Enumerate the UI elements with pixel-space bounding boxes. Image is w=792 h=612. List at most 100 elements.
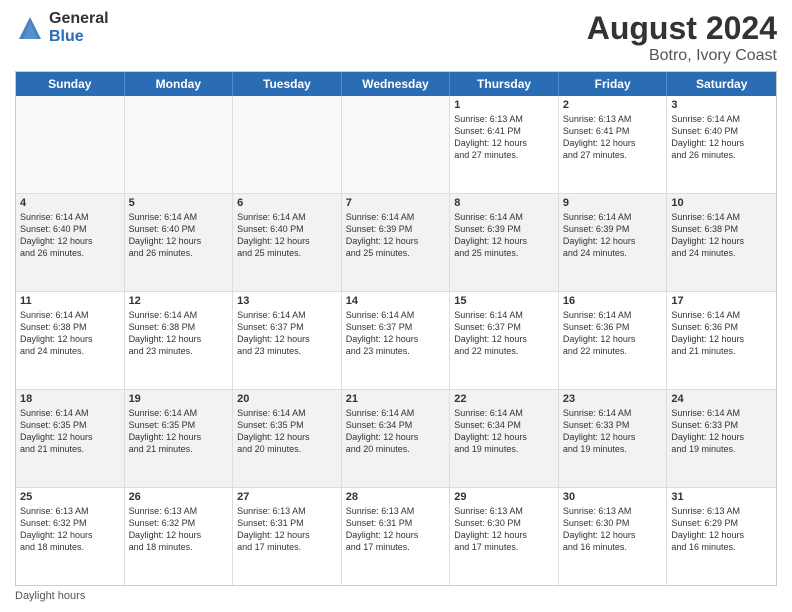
calendar-cell: 18 Sunrise: 6:14 AM Sunset: 6:35 PM Dayli… xyxy=(16,390,125,487)
day-info: Sunrise: 6:13 AM Sunset: 6:41 PM Dayligh… xyxy=(454,113,554,162)
main-title: August 2024 xyxy=(587,10,777,47)
day-number: 5 xyxy=(129,197,229,209)
day-info: Sunrise: 6:14 AM Sunset: 6:35 PM Dayligh… xyxy=(129,407,229,456)
calendar-body: 1 Sunrise: 6:13 AM Sunset: 6:41 PM Daylig… xyxy=(16,96,776,585)
day-number: 31 xyxy=(671,491,772,503)
day-number: 27 xyxy=(237,491,337,503)
title-block: August 2024 Botro, Ivory Coast xyxy=(587,10,777,65)
calendar-cell: 9 Sunrise: 6:14 AM Sunset: 6:39 PM Daylig… xyxy=(559,194,668,291)
calendar: SundayMondayTuesdayWednesdayThursdayFrid… xyxy=(15,71,777,586)
calendar-cell: 27Sunrise: 6:13 AM Sunset: 6:31 PM Dayli… xyxy=(233,488,342,585)
calendar-week-2: 4 Sunrise: 6:14 AM Sunset: 6:40 PM Daylig… xyxy=(16,194,776,292)
calendar-cell: 12 Sunrise: 6:14 AM Sunset: 6:38 PM Dayli… xyxy=(125,292,234,389)
day-number: 9 xyxy=(563,197,663,209)
day-info: Sunrise: 6:13 AM Sunset: 6:29 PM Dayligh… xyxy=(671,505,772,554)
day-info: Sunrise: 6:14 AM Sunset: 6:34 PM Dayligh… xyxy=(346,407,446,456)
subtitle: Botro, Ivory Coast xyxy=(587,47,777,65)
day-info: Sunrise: 6:13 AM Sunset: 6:31 PM Dayligh… xyxy=(346,505,446,554)
day-number: 24 xyxy=(671,393,772,405)
day-info: Sunrise: 6:14 AM Sunset: 6:36 PM Dayligh… xyxy=(671,309,772,358)
day-of-week-wednesday: Wednesday xyxy=(342,72,451,96)
day-of-week-tuesday: Tuesday xyxy=(233,72,342,96)
day-number: 14 xyxy=(346,295,446,307)
calendar-cell: 17 Sunrise: 6:14 AM Sunset: 6:36 PM Dayli… xyxy=(667,292,776,389)
day-info: Sunrise: 6:14 AM Sunset: 6:38 PM Dayligh… xyxy=(671,211,772,260)
day-info: Sunrise: 6:13 AM Sunset: 6:41 PM Dayligh… xyxy=(563,113,663,162)
day-number: 29 xyxy=(454,491,554,503)
calendar-cell xyxy=(342,96,451,193)
calendar-cell: 19 Sunrise: 6:14 AM Sunset: 6:35 PM Dayli… xyxy=(125,390,234,487)
day-number: 6 xyxy=(237,197,337,209)
calendar-cell: 15Sunrise: 6:14 AM Sunset: 6:37 PM Dayli… xyxy=(450,292,559,389)
calendar-cell: 26 Sunrise: 6:13 AM Sunset: 6:32 PM Dayli… xyxy=(125,488,234,585)
day-info: Sunrise: 6:14 AM Sunset: 6:33 PM Dayligh… xyxy=(671,407,772,456)
calendar-cell: 8 Sunrise: 6:14 AM Sunset: 6:39 PM Daylig… xyxy=(450,194,559,291)
calendar-cell: 6 Sunrise: 6:14 AM Sunset: 6:40 PM Daylig… xyxy=(233,194,342,291)
footer-note: Daylight hours xyxy=(15,590,777,602)
day-number: 19 xyxy=(129,393,229,405)
calendar-cell: 29 Sunrise: 6:13 AM Sunset: 6:30 PM Dayli… xyxy=(450,488,559,585)
calendar-cell: 3 Sunrise: 6:14 AM Sunset: 6:40 PM Daylig… xyxy=(667,96,776,193)
day-info: Sunrise: 6:14 AM Sunset: 6:36 PM Dayligh… xyxy=(563,309,663,358)
day-of-week-thursday: Thursday xyxy=(450,72,559,96)
logo-text: General Blue xyxy=(49,10,109,45)
header: General Blue August 2024 Botro, Ivory Co… xyxy=(15,10,777,65)
calendar-week-1: 1 Sunrise: 6:13 AM Sunset: 6:41 PM Daylig… xyxy=(16,96,776,194)
day-info: Sunrise: 6:14 AM Sunset: 6:38 PM Dayligh… xyxy=(20,309,120,358)
day-number: 21 xyxy=(346,393,446,405)
calendar-cell: 20 Sunrise: 6:14 AM Sunset: 6:35 PM Dayli… xyxy=(233,390,342,487)
calendar-cell: 7 Sunrise: 6:14 AM Sunset: 6:39 PM Daylig… xyxy=(342,194,451,291)
day-of-week-saturday: Saturday xyxy=(667,72,776,96)
day-info: Sunrise: 6:14 AM Sunset: 6:40 PM Dayligh… xyxy=(671,113,772,162)
day-info: Sunrise: 6:14 AM Sunset: 6:34 PM Dayligh… xyxy=(454,407,554,456)
page: General Blue August 2024 Botro, Ivory Co… xyxy=(0,0,792,612)
day-number: 22 xyxy=(454,393,554,405)
day-info: Sunrise: 6:14 AM Sunset: 6:38 PM Dayligh… xyxy=(129,309,229,358)
calendar-cell: 31 Sunrise: 6:13 AM Sunset: 6:29 PM Dayli… xyxy=(667,488,776,585)
calendar-cell: 25Sunrise: 6:13 AM Sunset: 6:32 PM Dayli… xyxy=(16,488,125,585)
calendar-cell: 10 Sunrise: 6:14 AM Sunset: 6:38 PM Dayli… xyxy=(667,194,776,291)
day-number: 10 xyxy=(671,197,772,209)
calendar-cell xyxy=(125,96,234,193)
day-info: Sunrise: 6:13 AM Sunset: 6:32 PM Dayligh… xyxy=(129,505,229,554)
calendar-week-5: 25 Sunrise: 6:13 AM Sunset: 6:32 PM Dayli… xyxy=(16,488,776,585)
calendar-cell: 28Sunrise: 6:13 AM Sunset: 6:31 PM Dayli… xyxy=(342,488,451,585)
calendar-cell xyxy=(233,96,342,193)
day-number: 25 xyxy=(20,491,120,503)
day-info: Sunrise: 6:14 AM Sunset: 6:39 PM Dayligh… xyxy=(346,211,446,260)
day-number: 30 xyxy=(563,491,663,503)
day-number: 11 xyxy=(20,295,120,307)
day-info: Sunrise: 6:13 AM Sunset: 6:30 PM Dayligh… xyxy=(454,505,554,554)
day-of-week-friday: Friday xyxy=(559,72,668,96)
calendar-cell: 30 Sunrise: 6:13 AM Sunset: 6:30 PM Dayli… xyxy=(559,488,668,585)
day-info: Sunrise: 6:14 AM Sunset: 6:33 PM Dayligh… xyxy=(563,407,663,456)
day-number: 1 xyxy=(454,99,554,111)
calendar-cell: 14 Sunrise: 6:14 AM Sunset: 6:37 PM Dayli… xyxy=(342,292,451,389)
day-number: 18 xyxy=(20,393,120,405)
day-number: 3 xyxy=(671,99,772,111)
day-number: 23 xyxy=(563,393,663,405)
day-of-week-sunday: Sunday xyxy=(16,72,125,96)
calendar-cell: 4Sunrise: 6:14 AM Sunset: 6:40 PM Daylig… xyxy=(16,194,125,291)
day-number: 16 xyxy=(563,295,663,307)
day-number: 8 xyxy=(454,197,554,209)
day-number: 26 xyxy=(129,491,229,503)
day-info: Sunrise: 6:14 AM Sunset: 6:40 PM Dayligh… xyxy=(237,211,337,260)
day-number: 4 xyxy=(20,197,120,209)
calendar-cell: 24 Sunrise: 6:14 AM Sunset: 6:33 PM Dayli… xyxy=(667,390,776,487)
day-info: Sunrise: 6:13 AM Sunset: 6:30 PM Dayligh… xyxy=(563,505,663,554)
logo-blue: Blue xyxy=(49,28,109,46)
day-info: Sunrise: 6:14 AM Sunset: 6:35 PM Dayligh… xyxy=(20,407,120,456)
day-number: 20 xyxy=(237,393,337,405)
day-info: Sunrise: 6:14 AM Sunset: 6:39 PM Dayligh… xyxy=(454,211,554,260)
day-info: Sunrise: 6:14 AM Sunset: 6:39 PM Dayligh… xyxy=(563,211,663,260)
calendar-cell xyxy=(16,96,125,193)
day-number: 12 xyxy=(129,295,229,307)
day-info: Sunrise: 6:14 AM Sunset: 6:37 PM Dayligh… xyxy=(346,309,446,358)
day-number: 17 xyxy=(671,295,772,307)
day-info: Sunrise: 6:14 AM Sunset: 6:35 PM Dayligh… xyxy=(237,407,337,456)
calendar-cell: 11 Sunrise: 6:14 AM Sunset: 6:38 PM Dayli… xyxy=(16,292,125,389)
day-info: Sunrise: 6:14 AM Sunset: 6:40 PM Dayligh… xyxy=(129,211,229,260)
day-number: 7 xyxy=(346,197,446,209)
logo-icon xyxy=(15,13,45,43)
